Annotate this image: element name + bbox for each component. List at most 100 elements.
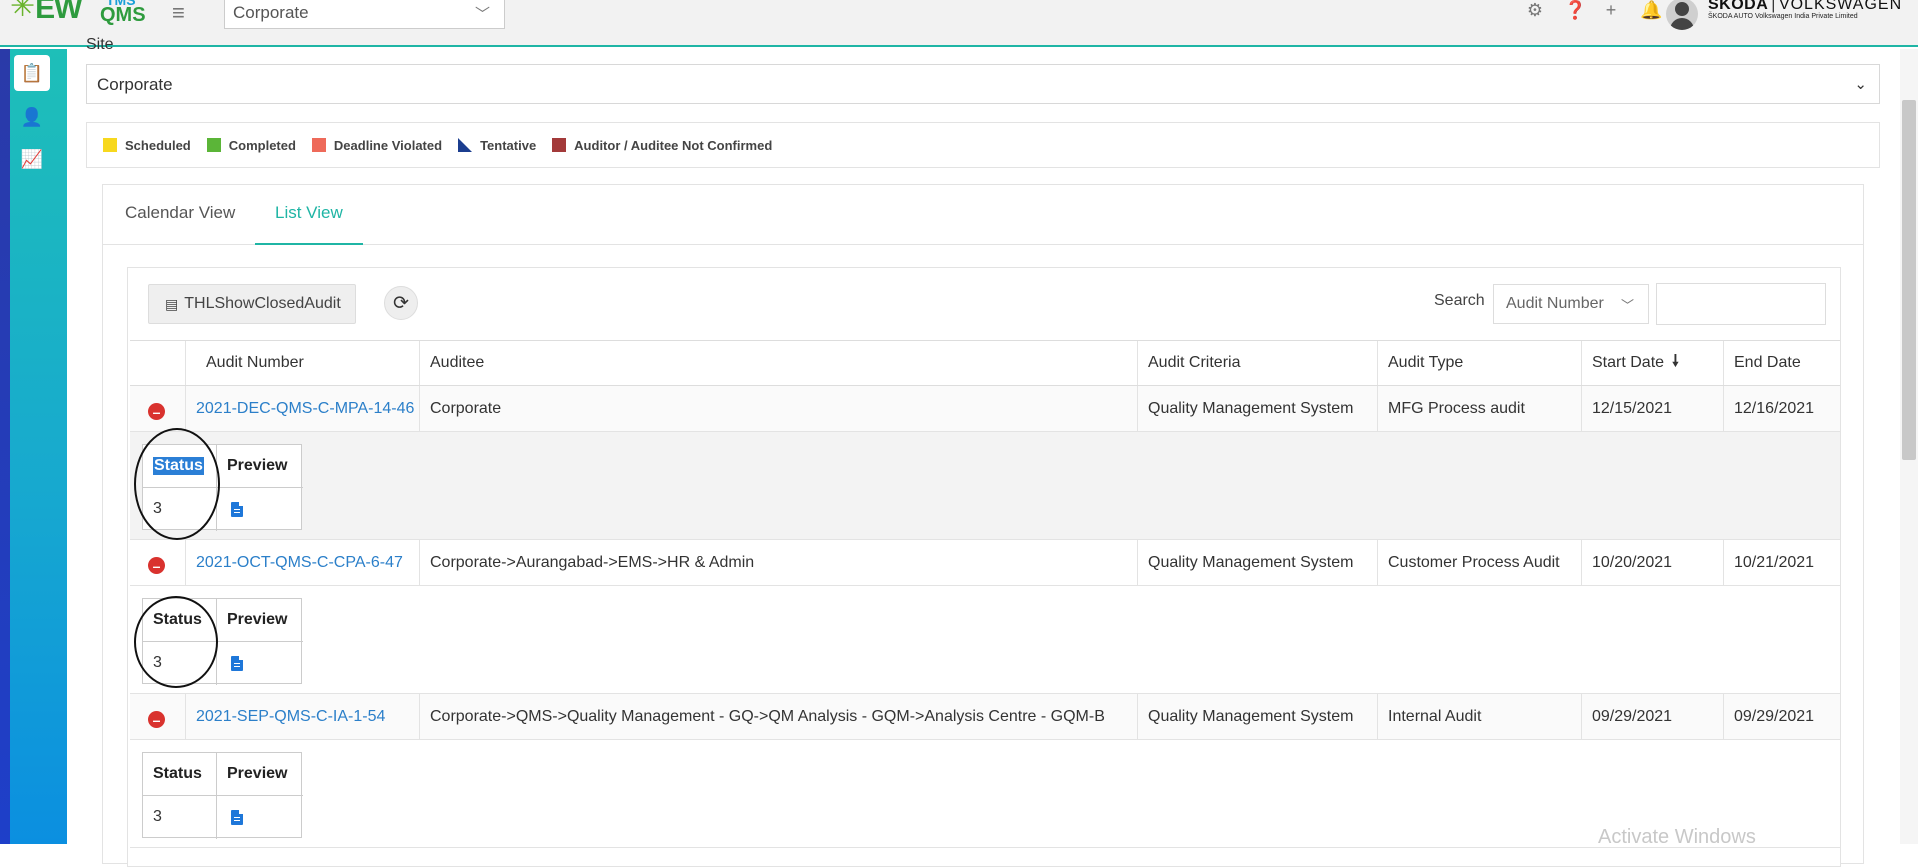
show-closed-audit-label: THLShowClosedAudit — [184, 295, 341, 312]
logo-star-icon: ✳ — [10, 0, 36, 23]
preview-header: Preview — [227, 457, 288, 474]
brand-separator: | — [1771, 0, 1776, 13]
legend-label: Tentative — [480, 137, 537, 153]
end-date-cell: 09/29/2021 — [1734, 707, 1815, 725]
preview-cell[interactable] — [231, 796, 243, 838]
search-label: Search — [1434, 292, 1485, 309]
auditee-cell: Corporate->QMS->Quality Management - GQ-… — [420, 694, 1138, 739]
sidebar-item-audit[interactable]: 📋 — [14, 55, 50, 91]
auditee-cell: Corporate->Aurangabad->EMS->HR & Admin — [420, 540, 1138, 585]
row-detail: Status Preview 3 — [130, 586, 1840, 694]
expand-cell: – — [130, 540, 186, 585]
header-start-date[interactable]: Start Date 🠗 — [1582, 341, 1724, 385]
site-label: Site — [86, 36, 114, 53]
legend-triangle-swatch — [458, 138, 473, 152]
chart-line-icon: 📈 — [20, 148, 44, 169]
clipboard-icon: 📋 — [20, 62, 44, 83]
sidebar-item-reports[interactable]: 📈 — [14, 141, 50, 177]
show-closed-audit-button[interactable]: ▤ THLShowClosedAudit — [148, 284, 356, 324]
hamburger-menu-icon[interactable]: ≡ — [172, 0, 185, 26]
type-cell: Internal Audit — [1378, 694, 1582, 739]
legend-not-confirmed: Auditor / Auditee Not Confirmed — [552, 138, 772, 153]
header-end-date[interactable]: End Date — [1724, 341, 1840, 385]
header-audit-number[interactable]: Audit Number — [186, 341, 420, 385]
top-icons: ⚙ ❓ + 🔔 — [1526, 0, 1663, 21]
header-expand — [130, 341, 186, 385]
status-legend: Scheduled Completed Deadline Violated Te… — [86, 122, 1880, 168]
end-date-cell: 12/16/2021 — [1734, 399, 1815, 417]
criteria-cell: Quality Management System — [1138, 694, 1378, 739]
header-start-date-label: Start Date — [1592, 354, 1665, 371]
audit-number-cell[interactable]: 2021-SEP-QMS-C-IA-1-54 — [186, 694, 420, 739]
collapse-row-icon[interactable]: – — [148, 403, 165, 420]
sidebar-item-users[interactable]: 👤 — [14, 99, 50, 135]
annotation-circle — [134, 428, 220, 540]
collapse-row-icon[interactable]: – — [148, 557, 165, 574]
brand-subtitle: ŠKODA AUTO Volkswagen India Private Limi… — [1708, 13, 1858, 20]
brand-main: ŠKODA | VOLKSWAGEN — [1708, 0, 1918, 14]
criteria-cell: Quality Management System — [1138, 386, 1378, 431]
list-view-container: ▤ THLShowClosedAudit ⟳ Search Audit Numb… — [127, 267, 1841, 867]
document-icon[interactable] — [231, 655, 243, 671]
audit-number-cell[interactable]: 2021-OCT-QMS-C-CPA-6-47 — [186, 540, 420, 585]
audit-number-link[interactable]: 2021-DEC-QMS-C-MPA-14-46 — [196, 400, 414, 418]
list-icon: ▤ — [165, 295, 179, 312]
refresh-icon: ⟳ — [393, 292, 409, 314]
audit-number-link[interactable]: 2021-OCT-QMS-C-CPA-6-47 — [196, 554, 403, 572]
divider — [143, 795, 303, 796]
scrollbar-thumb[interactable] — [1902, 100, 1916, 460]
avatar[interactable] — [1666, 0, 1698, 30]
bell-icon[interactable]: 🔔 — [1640, 0, 1662, 21]
preview-cell[interactable] — [231, 488, 243, 530]
view-tabs: Calendar View List View — [103, 185, 1863, 245]
top-bar: ✳ EW TMS QMS ≡ Corporate ﹀ ⚙ ❓ + 🔔 ŠKODA… — [0, 0, 1918, 47]
legend-swatch — [206, 138, 221, 152]
sidebar-strip — [0, 49, 10, 844]
logo-qms: QMS — [100, 4, 146, 26]
audit-number-cell[interactable]: 2021-DEC-QMS-C-MPA-14-46 — [186, 386, 420, 431]
auditee-cell: Corporate — [420, 386, 1138, 431]
legend-deadline-violated: Deadline Violated — [311, 137, 443, 153]
legend-label: Deadline Violated — [333, 137, 443, 153]
search-field-select[interactable]: Audit Number ﹀ — [1493, 284, 1649, 324]
tab-calendar-view[interactable]: Calendar View — [125, 203, 235, 223]
status-value: 3 — [153, 808, 162, 825]
end-date-cell: 10/21/2021 — [1734, 553, 1815, 571]
document-icon[interactable] — [231, 809, 243, 825]
help-icon[interactable]: ❓ — [1564, 0, 1586, 21]
legend-swatch — [552, 138, 567, 152]
chevron-down-icon: ﹀ — [474, 6, 490, 23]
plus-icon[interactable]: + — [1602, 0, 1620, 21]
start-date-cell: 10/20/2021 — [1582, 540, 1724, 585]
type-cell: MFG Process audit — [1378, 386, 1582, 431]
legend-tentative: Tentative — [458, 138, 536, 153]
os-watermark: Activate Windows — [1598, 826, 1756, 848]
search-input[interactable] — [1656, 283, 1826, 325]
table-header: Audit Number Auditee Audit Criteria Audi… — [130, 340, 1840, 386]
refresh-button[interactable]: ⟳ — [384, 286, 418, 320]
annotation-circle — [134, 596, 218, 688]
table-row: – 2021-OCT-QMS-C-CPA-6-47 Corporate->Aur… — [130, 540, 1840, 586]
org-select[interactable]: Corporate ﹀ — [224, 0, 505, 29]
divider — [216, 753, 217, 839]
gear-icon[interactable]: ⚙ — [1526, 0, 1544, 21]
logo-ew: EW — [35, 0, 82, 25]
site-select[interactable]: Corporate ⌄ — [86, 64, 1880, 104]
app-logo[interactable]: ✳ EW TMS QMS — [10, 0, 146, 32]
audit-number-link[interactable]: 2021-SEP-QMS-C-IA-1-54 — [196, 708, 385, 726]
start-date-cell: 12/15/2021 — [1582, 386, 1724, 431]
header-audit-criteria[interactable]: Audit Criteria — [1138, 341, 1378, 385]
legend-completed: Completed — [206, 138, 296, 153]
brand-vw: VOLKSWAGEN — [1778, 0, 1903, 13]
header-auditee[interactable]: Auditee — [420, 341, 1138, 385]
expand-cell: – — [130, 694, 186, 739]
header-audit-type[interactable]: Audit Type — [1378, 341, 1582, 385]
tab-list-view[interactable]: List View — [275, 203, 343, 223]
row-detail: Status Preview 3 — [130, 428, 1840, 540]
criteria-cell: Quality Management System — [1138, 540, 1378, 585]
org-select-value: Corporate — [233, 3, 309, 22]
sort-down-icon: 🠗 — [1672, 352, 1679, 370]
collapse-row-icon[interactable]: – — [148, 711, 165, 728]
document-icon[interactable] — [231, 501, 243, 517]
preview-cell[interactable] — [231, 642, 243, 684]
